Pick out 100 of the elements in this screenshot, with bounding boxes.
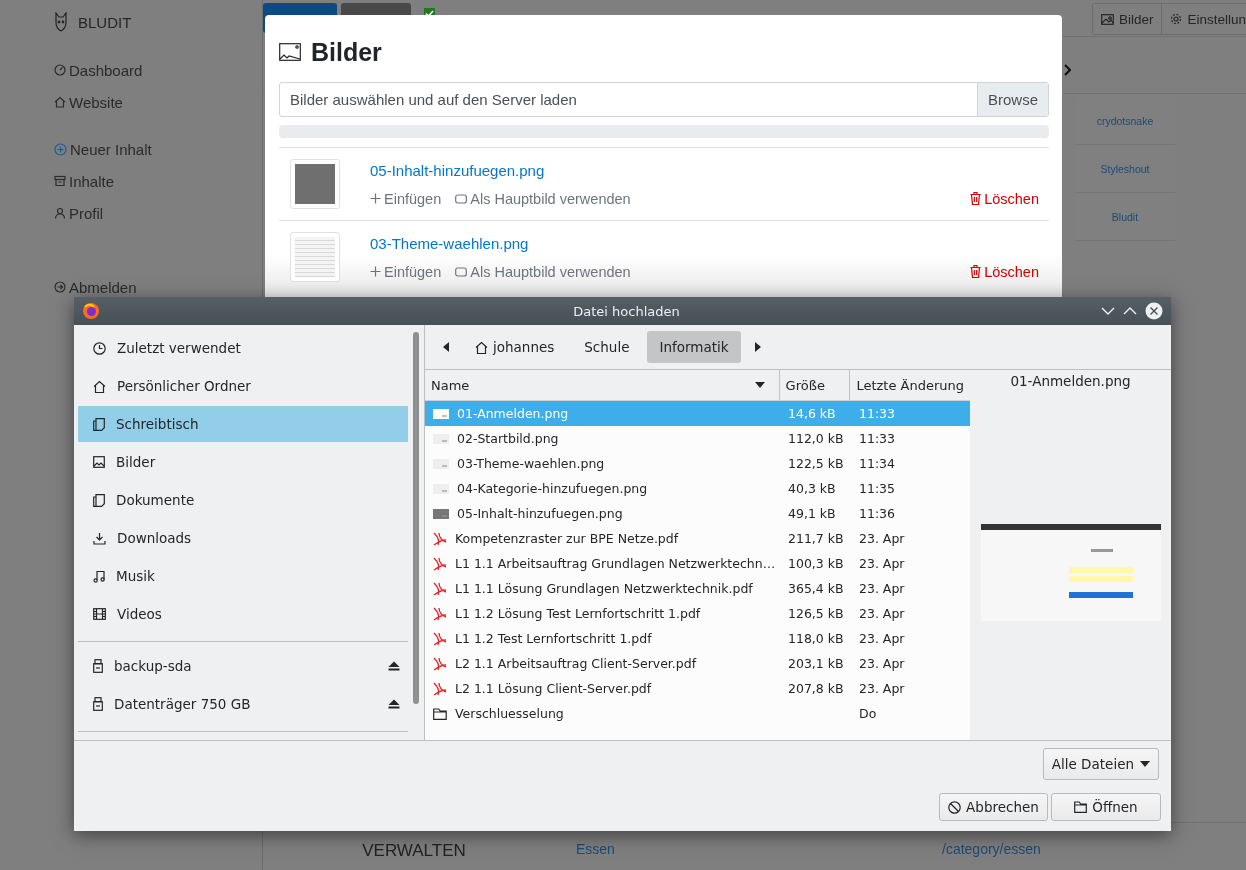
image-link[interactable]: 03-Theme-waehlen.png [370, 234, 1049, 252]
eject-button[interactable] [388, 661, 400, 671]
download-icon [93, 531, 106, 545]
file-name: L1 1.1 Arbeitsauftrag Grundlagen Netzwerktechn… [455, 556, 776, 571]
column-header[interactable]: Letzte Änderung [850, 370, 970, 400]
sidebar-link[interactable]: Website [54, 86, 262, 118]
path-button[interactable]: Informatik [647, 331, 741, 363]
file-row[interactable]: L1 1.1 Lösung Grundlagen Netzwerktechnik.pdf 365,4 kB 23. Apr [425, 576, 970, 601]
file-size: 365,4 kB [787, 581, 845, 596]
file-row[interactable]: 04-Kategorie-hinzufuegen.png 40,3 kB 11:35 [425, 476, 970, 501]
scrollbar[interactable] [413, 332, 419, 704]
places-item[interactable]: Musik [78, 558, 408, 594]
column-header[interactable]: Name [425, 370, 780, 400]
minimize-button[interactable] [1101, 307, 1115, 315]
file-name: L1 1.2 Lösung Test Lernfortschritt 1.pdf [455, 606, 701, 621]
image-file-icon [433, 458, 449, 469]
sidebar-link[interactable]: Profil [54, 197, 262, 229]
file-row[interactable]: Verschluesselung Do [425, 701, 970, 726]
sidebar-link[interactable]: Inhalte [54, 165, 262, 197]
file-row[interactable]: Kompetenzraster zur BPE Netze.pdf 211,7 kB 23. Apr [425, 526, 970, 551]
file-row[interactable]: L1 1.2 Lösung Test Lernfortschritt 1.pdf 126,5 kB 23. Apr [425, 601, 970, 626]
caret-down-icon [1140, 761, 1150, 767]
places-item[interactable]: Dokumente [78, 482, 408, 518]
pdf-icon [433, 556, 447, 571]
file-name: L2 1.1 Lösung Client-Server.pdf [455, 681, 652, 696]
pdf-icon [433, 631, 447, 646]
clock-icon [93, 341, 106, 355]
cover-image-button[interactable]: Als Hauptbild verwenden [455, 190, 631, 207]
delete-button[interactable]: Löschen [970, 190, 1039, 207]
places-item[interactable]: Bilder [78, 444, 408, 480]
rectangle-icon [455, 193, 468, 204]
chevron-down-icon [1101, 307, 1115, 315]
file-date: 23. Apr [858, 531, 905, 546]
image-file-icon [433, 433, 449, 444]
dog-logo-icon [54, 12, 68, 32]
triangle-left-icon [443, 342, 449, 352]
cancel-icon [948, 800, 962, 814]
device-label[interactable]: Datenträger 750 GB [114, 696, 251, 712]
plus-icon [370, 193, 381, 204]
eject-icon [388, 699, 400, 709]
upload-field[interactable]: Bilder auswählen und auf den Server laden Browse [279, 82, 1049, 117]
sidebar-link[interactable]: Neuer Inhalt [54, 133, 262, 165]
modal-title: Bilder [311, 37, 382, 67]
file-date: 23. Apr [858, 606, 905, 621]
chevron-right-icon [1063, 63, 1071, 76]
file-row[interactable]: 05-Inhalt-hinzufuegen.png 49,1 kB 11:36 [425, 501, 970, 526]
user-icon [54, 207, 66, 219]
insert-button[interactable]: Einfügen [370, 190, 442, 207]
browse-button[interactable]: Browse [977, 83, 1048, 116]
cover-image-button[interactable]: Als Hauptbild verwenden [455, 263, 631, 280]
file-date: 23. Apr [858, 681, 905, 696]
drive-icon [93, 697, 103, 711]
cancel-button[interactable]: Abbrechen [939, 793, 1048, 821]
maximize-button[interactable] [1123, 307, 1137, 315]
eject-button[interactable] [388, 699, 400, 709]
file-name: L2 1.1 Arbeitsauftrag Client-Server.pdf [455, 656, 697, 671]
places-item[interactable]: Schreibtisch [78, 406, 408, 442]
chevron-up-icon [1123, 307, 1137, 315]
file-name: L1 1.2 Test Lernfortschritt 1.pdf [455, 631, 652, 646]
image-thumbnail [290, 232, 340, 282]
delete-button[interactable]: Löschen [970, 263, 1039, 280]
file-date: 11:34 [858, 456, 896, 471]
file-row[interactable]: L2 1.1 Lösung Client-Server.pdf 207,8 kB 23. Apr [425, 676, 970, 701]
file-row[interactable]: 03-Theme-waehlen.png 122,5 kB 11:34 [425, 451, 970, 476]
eject-icon [388, 661, 400, 671]
file-row[interactable]: L2 1.1 Arbeitsauftrag Client-Server.pdf 203,1 kB 23. Apr [425, 651, 970, 676]
sidebar-link[interactable]: Dashboard [54, 54, 262, 86]
file-name: L1 1.1 Lösung Grundlagen Netzwerktechnik.pdf [455, 581, 753, 596]
path-button[interactable]: johannes [463, 331, 567, 363]
file-size: 49,1 kB [787, 506, 837, 521]
device-label[interactable]: backup-sda [114, 658, 192, 674]
file-row[interactable]: L1 1.1 Arbeitsauftrag Grundlagen Netzwerktechn… 100,3 kB 23. Apr [425, 551, 970, 576]
file-type-dropdown[interactable]: Alle Dateien [1042, 748, 1159, 780]
toolbar-button[interactable]: Bilder [1092, 4, 1163, 34]
file-row[interactable]: L1 1.2 Test Lernfortschritt 1.pdf 118,0 kB 23. Apr [425, 626, 970, 651]
plus-icon [370, 266, 381, 277]
trash-icon [970, 192, 982, 205]
pdf-icon [433, 531, 447, 546]
drive-icon [93, 659, 103, 673]
path-button[interactable]: Schule [572, 331, 642, 363]
insert-button[interactable]: Einfügen [370, 263, 442, 280]
image-file-icon [433, 483, 449, 494]
file-name: Kompetenzraster zur BPE Netze.pdf [455, 531, 679, 546]
pdf-icon [433, 656, 447, 671]
file-date: 11:36 [858, 506, 896, 521]
column-header[interactable]: Größe [779, 370, 851, 400]
close-button[interactable] [1145, 302, 1163, 320]
places-item[interactable]: Persönlicher Ordner [78, 368, 408, 404]
settings-icon [1170, 13, 1183, 25]
file-date: 23. Apr [858, 656, 905, 671]
image-link[interactable]: 05-Inhalt-hinzufuegen.png [370, 161, 1049, 179]
open-button[interactable]: Öffnen [1051, 793, 1161, 821]
file-row[interactable]: 02-Startbild.png 112,0 kB 11:33 [425, 426, 970, 451]
places-item[interactable]: Zuletzt verwendet [78, 330, 408, 366]
pdf-icon [433, 581, 447, 596]
places-item[interactable]: Downloads [78, 520, 408, 556]
file-size: 100,3 kB [787, 556, 845, 571]
file-date: 23. Apr [858, 556, 905, 571]
section-heading: VERWALTEN [361, 839, 467, 861]
places-item[interactable]: Videos [78, 596, 408, 632]
